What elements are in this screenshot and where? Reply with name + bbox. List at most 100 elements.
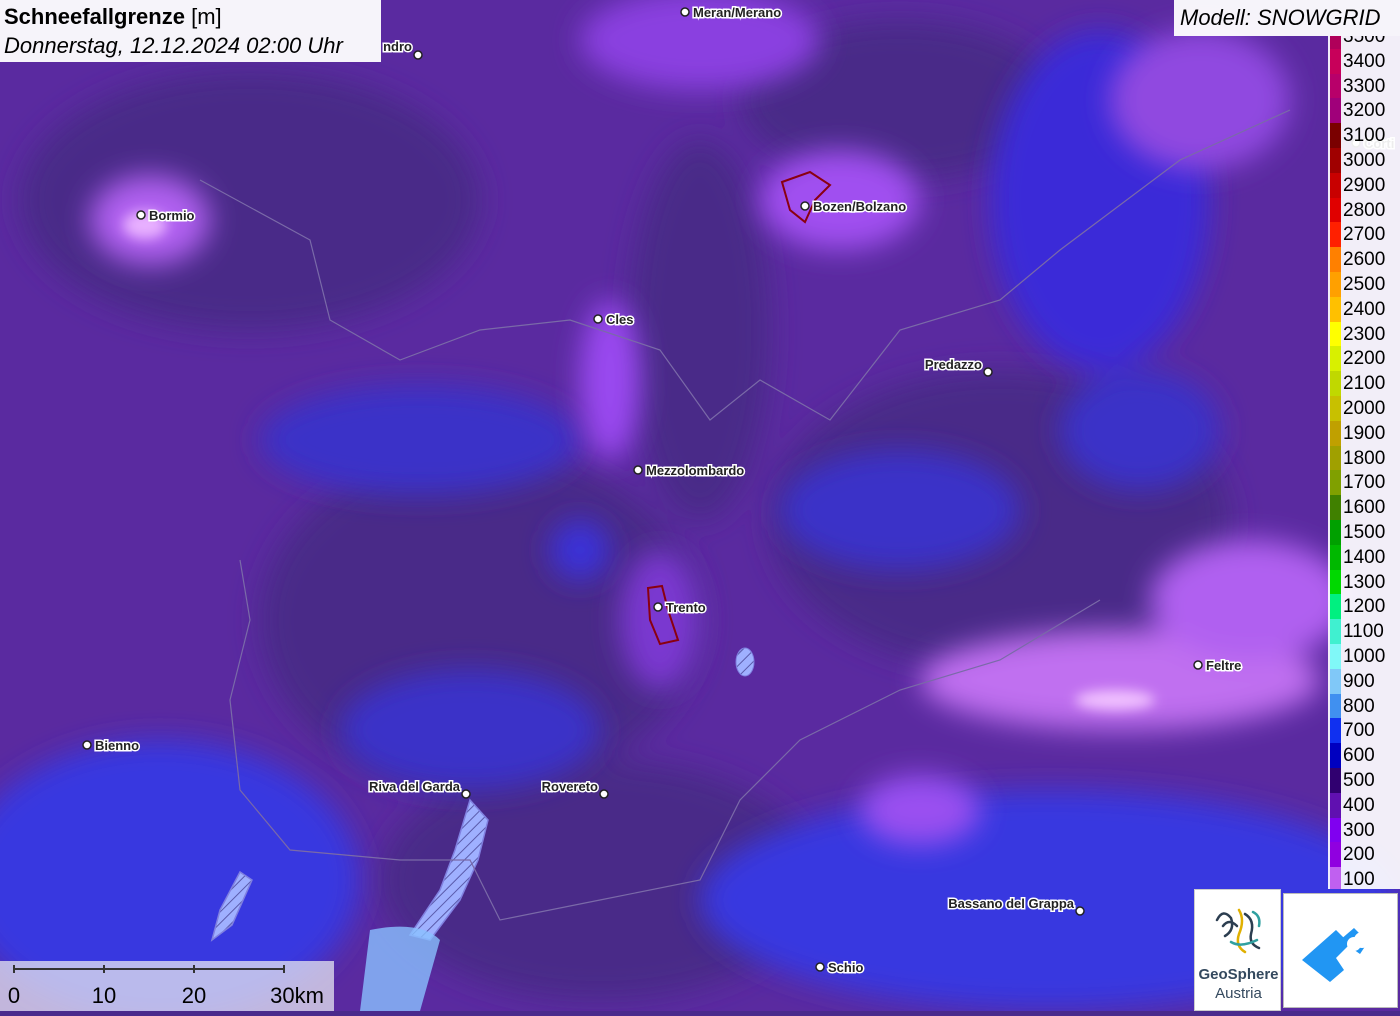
scale-bar: 0 10 20 30km [0, 961, 334, 1011]
legend-row-1500: 1500 [1328, 520, 1400, 545]
legend-label: 2700 [1343, 224, 1386, 246]
scale-tick-30: 30km [270, 983, 324, 1008]
legend-label: 1800 [1343, 447, 1386, 469]
legend-row-600: 600 [1328, 743, 1400, 768]
legend-row-1800: 1800 [1328, 445, 1400, 471]
legend-swatch [1330, 396, 1341, 421]
legend-row-2900: 2900 [1328, 172, 1400, 198]
city-meran-merano[interactable]: Meran/Merano [680, 4, 783, 22]
legend-row-2100: 2100 [1328, 371, 1400, 396]
city-dot [1193, 660, 1203, 670]
legend-row-100: 100 [1328, 867, 1400, 889]
legend-label: 700 [1343, 720, 1375, 742]
city-dot [653, 602, 663, 612]
legend-swatch [1330, 296, 1341, 322]
legend-swatch [1330, 470, 1341, 496]
legend-swatch [1330, 520, 1341, 545]
legend-swatch [1330, 321, 1341, 347]
city-dot [680, 7, 690, 17]
city-label: Bormio [149, 208, 195, 223]
city-label: Bienno [95, 738, 139, 753]
city-dot [815, 962, 825, 972]
legend-row-900: 900 [1328, 668, 1400, 694]
city-label: Feltre [1206, 658, 1241, 673]
legend-label: 1700 [1343, 472, 1386, 494]
legend-row-3400: 3400 [1328, 48, 1400, 74]
legend-row-400: 400 [1328, 792, 1400, 818]
city-label: Trento [666, 600, 706, 615]
legend-swatch [1330, 36, 1341, 49]
legend-swatch [1330, 98, 1341, 124]
legend-label: 1000 [1343, 646, 1386, 667]
legend-label: 1100 [1343, 621, 1384, 643]
legend-row-2400: 2400 [1328, 296, 1400, 322]
legend-row-3000: 3000 [1328, 148, 1400, 173]
legend-row-2600: 2600 [1328, 247, 1400, 272]
snowfall-line-map[interactable]: Meran/Merano ndro Bormio Bozen/Bolzano Cles P… [0, 0, 1400, 1011]
legend-row-3100: 3100 [1328, 123, 1400, 148]
legend-label: 2600 [1343, 249, 1386, 271]
legend-label: 2500 [1343, 274, 1386, 295]
map-title-box: Schneefallgrenze [m] Donnerstag, 12.12.2… [0, 0, 381, 62]
legend-label: 3400 [1343, 50, 1386, 72]
legend-swatch [1330, 123, 1341, 148]
legend-row-700: 700 [1328, 718, 1400, 744]
map-title: Schneefallgrenze [m] [4, 4, 222, 29]
legend-label: 200 [1343, 844, 1375, 866]
legend-label: 2300 [1343, 323, 1386, 345]
legend-label: 800 [1343, 695, 1375, 717]
legend-label: 2800 [1343, 199, 1386, 221]
legend-swatch [1330, 619, 1341, 644]
legend-label: 2400 [1343, 298, 1386, 320]
legend-label: 1600 [1343, 497, 1386, 519]
legend-label: 1200 [1343, 596, 1386, 618]
legend-row-2300: 2300 [1328, 321, 1400, 347]
legend-swatch [1330, 272, 1341, 297]
city-mezzolombardo[interactable]: Mezzolombardo [633, 462, 746, 480]
city-label: Bassano del Grappa [948, 896, 1074, 911]
legend-swatch [1330, 569, 1341, 595]
city-label: Predazzo [925, 357, 982, 372]
legend-row-1400: 1400 [1328, 544, 1400, 570]
logo-name: GeoSphere [1198, 966, 1279, 983]
legend-label: 2000 [1343, 398, 1386, 419]
logo-sub: Austria [1215, 985, 1262, 1002]
city-dot [82, 740, 92, 750]
legend-swatch [1330, 346, 1341, 372]
legend-label: 300 [1343, 819, 1375, 841]
partner-logo[interactable] [1283, 893, 1398, 1008]
legend-label: 1900 [1343, 422, 1386, 444]
legend-label: 1500 [1343, 522, 1386, 543]
legend-swatch [1330, 768, 1341, 793]
legend-swatch [1330, 693, 1341, 719]
legend-row-300: 300 [1328, 817, 1400, 843]
legend-row-2700: 2700 [1328, 222, 1400, 248]
city-dot [136, 210, 146, 220]
geosphere-logo[interactable]: GeoSphere Austria [1194, 889, 1281, 1011]
city-bozen-bolzano[interactable]: Bozen/Bolzano [800, 198, 908, 216]
legend-row-2800: 2800 [1328, 197, 1400, 223]
model-label-box: Modell: SNOWGRID [1174, 0, 1400, 36]
legend-row-1300: 1300 [1328, 569, 1400, 595]
legend-swatch [1330, 420, 1341, 446]
legend-row-1100: 1100 [1328, 619, 1400, 644]
legend-label: 3000 [1343, 150, 1386, 171]
legend-row-800: 800 [1328, 693, 1400, 719]
legend-row-1700: 1700 [1328, 470, 1400, 496]
city-label: Meran/Merano [693, 5, 781, 20]
city-label: Riva del Garda [369, 779, 461, 794]
city-label: ndro [383, 39, 412, 54]
lake-caldonazzo [735, 647, 755, 677]
scale-bar-graphic: 0 10 20 30km [8, 965, 324, 1008]
legend-row-500: 500 [1328, 768, 1400, 793]
legend-swatch [1330, 172, 1341, 198]
legend-swatch [1330, 867, 1341, 889]
legend-swatch [1330, 817, 1341, 843]
legend-label: 3300 [1343, 75, 1386, 97]
legend-swatch [1330, 48, 1341, 74]
city-dot [633, 465, 643, 475]
legend-swatch [1330, 73, 1341, 99]
legend-label: 2100 [1343, 373, 1386, 395]
legend-row-3300: 3300 [1328, 73, 1400, 99]
legend-row-3500: 3500 [1328, 36, 1400, 49]
